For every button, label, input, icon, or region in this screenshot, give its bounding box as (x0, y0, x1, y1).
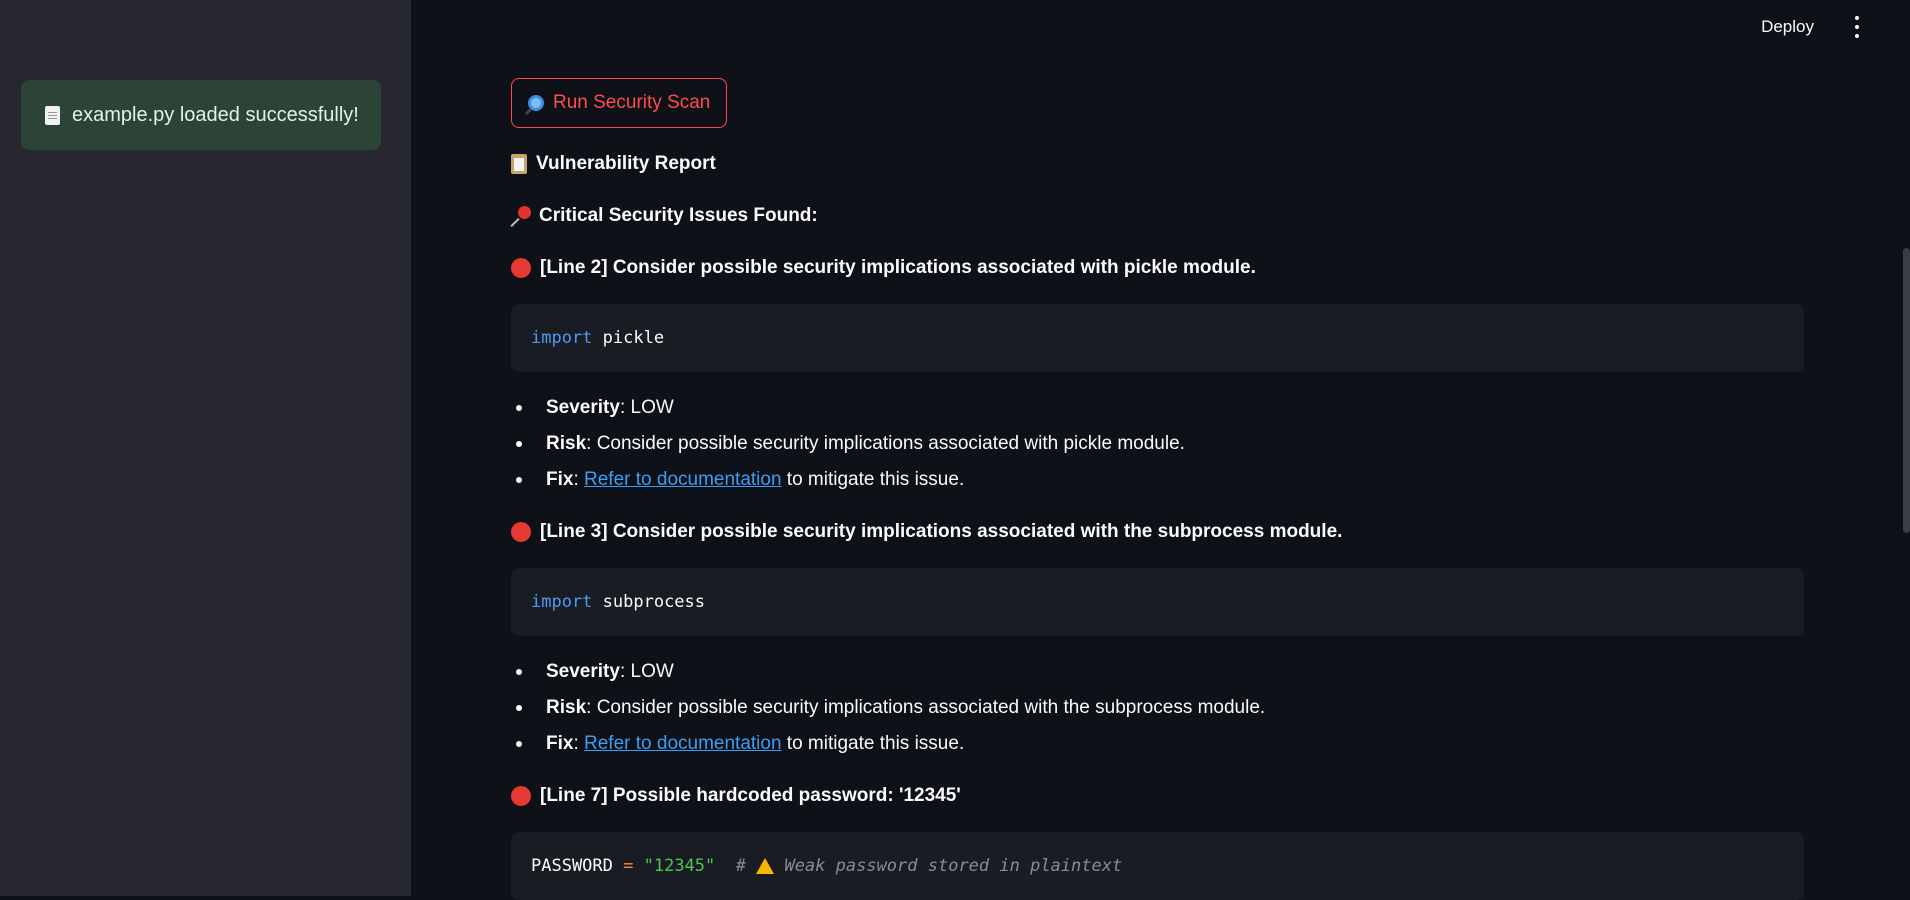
magnifier-icon (528, 95, 544, 111)
issues-heading-text: Critical Security Issues Found: (539, 205, 818, 226)
main-area: Deploy Run Security Scan Vulnerability R… (411, 0, 1910, 900)
issue-title-text: [Line 2] Consider possible security impl… (540, 257, 1256, 278)
risk-value: : Consider possible security implication… (586, 697, 1266, 718)
code-string: "12345" (633, 856, 716, 876)
code-operator: = (623, 856, 634, 876)
code-variable: PASSWORD (531, 856, 624, 876)
warning-icon (756, 858, 775, 874)
red-circle-icon (511, 522, 531, 542)
red-circle-icon (511, 786, 531, 806)
report-title: Vulnerability Report (511, 152, 716, 176)
risk-item: Risk: Consider possible security implica… (511, 426, 1804, 462)
pushpin-icon (511, 205, 533, 227)
fix-suffix: to mitigate this issue. (781, 733, 965, 754)
documentation-link[interactable]: Refer to documentation (584, 733, 782, 755)
sidebar: example.py loaded successfully! (0, 0, 411, 896)
issue-title: [Line 2] Consider possible security impl… (511, 256, 1256, 280)
issue-title-text: [Line 7] Possible hardcoded password: '1… (540, 785, 961, 806)
code-comment: Weak password stored in plaintext (774, 856, 1123, 876)
toast-text: example.py loaded successfully! (72, 103, 359, 126)
fix-separator: : (573, 733, 585, 754)
issue-title: [Line 7] Possible hardcoded password: '1… (511, 784, 961, 808)
risk-label: Risk (546, 697, 587, 718)
fix-label: Fix (546, 469, 574, 490)
code-keyword: import (531, 592, 593, 612)
code-block: import subprocess (511, 568, 1804, 636)
risk-label: Risk (546, 433, 587, 454)
run-security-scan-button[interactable]: Run Security Scan (511, 78, 728, 128)
code-text: subprocess (592, 592, 706, 612)
severity-item: Severity: LOW (511, 654, 1804, 690)
fix-item: Fix: Refer to documentation to mitigate … (511, 462, 1804, 498)
fix-suffix: to mitigate this issue. (781, 469, 965, 490)
code-block: PASSWORD = "12345" # Weak password store… (511, 832, 1804, 900)
severity-item: Severity: LOW (511, 390, 1804, 426)
report-title-text: Vulnerability Report (536, 153, 716, 174)
code-text: pickle (592, 328, 665, 348)
issue-details: Severity: LOW Risk: Consider possible se… (511, 390, 1804, 498)
risk-item: Risk: Consider possible security implica… (511, 690, 1804, 726)
success-toast: example.py loaded successfully! (21, 80, 381, 150)
fix-label: Fix (546, 733, 574, 754)
clipboard-icon (511, 154, 527, 174)
fix-separator: : (573, 469, 585, 490)
code-block: import pickle (511, 304, 1804, 372)
risk-value: : Consider possible security implication… (586, 433, 1185, 454)
red-circle-icon (511, 258, 531, 278)
fix-item: Fix: Refer to documentation to mitigate … (511, 726, 1804, 762)
severity-label: Severity (546, 397, 620, 418)
document-icon (45, 105, 60, 125)
issues-heading: Critical Security Issues Found: (511, 204, 818, 228)
issue-title-text: [Line 3] Consider possible security impl… (540, 521, 1343, 542)
issue-title: [Line 3] Consider possible security impl… (511, 520, 1342, 544)
code-keyword: import (531, 328, 593, 348)
severity-label: Severity (546, 661, 620, 682)
more-vertical-icon[interactable] (1847, 16, 1867, 38)
severity-value: : LOW (619, 397, 674, 418)
scan-button-label: Run Security Scan (553, 92, 711, 113)
severity-value: : LOW (619, 661, 674, 682)
scrollbar[interactable] (1903, 248, 1910, 533)
documentation-link[interactable]: Refer to documentation (584, 469, 782, 491)
deploy-button[interactable]: Deploy (1761, 17, 1814, 37)
issue-details: Severity: LOW Risk: Consider possible se… (511, 654, 1804, 762)
code-comment-prefix: # (715, 856, 757, 876)
